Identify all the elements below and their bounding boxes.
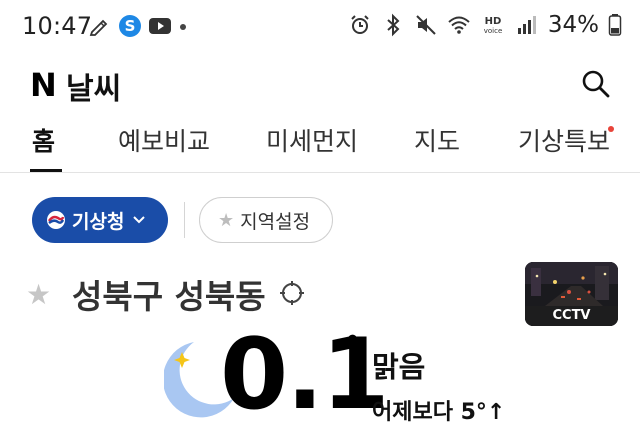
bluetooth-icon <box>387 13 400 37</box>
battery-percent: 34% <box>547 12 599 38</box>
chevron-down-icon <box>133 216 146 224</box>
tab-forecast-compare[interactable]: 예보비교 <box>118 122 210 158</box>
tab-fine-dust[interactable]: 미세먼지 <box>266 122 358 158</box>
region-setting-label: 지역설정 <box>240 210 311 233</box>
cctv-thumbnail[interactable]: CCTV <box>525 262 618 326</box>
tab-home[interactable]: 홈 <box>32 122 55 158</box>
weather-condition: 맑음 <box>372 350 426 384</box>
status-time: 10:47 <box>22 12 93 40</box>
kma-logo-icon <box>47 211 65 229</box>
chip-divider <box>184 202 185 238</box>
wifi-icon <box>448 16 470 34</box>
star-icon: ★ <box>218 209 235 231</box>
alarm-icon <box>351 15 369 34</box>
favorite-star-icon[interactable]: ★ <box>26 278 51 311</box>
active-tab-indicator <box>30 169 62 172</box>
svg-text:voice: voice <box>484 27 503 35</box>
provider-label: 기상청 <box>72 210 125 233</box>
status-bar: 10:47 S HD voice 34% <box>0 0 640 56</box>
youtube-icon <box>149 18 171 34</box>
pen-icon <box>89 19 108 36</box>
app-header: N 날씨 <box>0 56 640 116</box>
current-temperature: 0.1 <box>220 318 390 432</box>
signal-icon <box>517 16 536 34</box>
search-icon[interactable] <box>580 68 612 100</box>
battery-icon <box>608 14 622 36</box>
hd-voice-icon: HD voice <box>484 16 503 35</box>
dot-icon <box>180 24 186 30</box>
yesterday-comparison: 어제보다 5°↑ <box>372 400 506 425</box>
mute-icon <box>416 15 436 35</box>
naver-logo[interactable]: N <box>30 66 57 104</box>
svg-text:HD: HD <box>485 16 502 27</box>
tab-map[interactable]: 지도 <box>414 122 460 158</box>
cctv-label: CCTV <box>525 306 618 326</box>
page-title: 날씨 <box>66 72 122 107</box>
provider-dropdown[interactable]: 기상청 <box>32 197 168 243</box>
current-location-icon[interactable] <box>278 279 306 307</box>
tab-bar: 홈 예보비교 미세먼지 지도 기상특보 <box>0 116 640 173</box>
degree-symbol: ° <box>345 330 360 365</box>
alert-badge <box>608 126 614 132</box>
app-s-icon: S <box>119 15 141 37</box>
tab-weather-alert[interactable]: 기상특보 <box>518 122 610 158</box>
location-name: 성북구 성북동 <box>72 277 266 316</box>
status-right-icons: HD voice 34% <box>348 12 622 38</box>
region-setting-button[interactable]: ★ 지역설정 <box>199 197 333 243</box>
status-left-icons: S <box>88 14 188 38</box>
svg-text:S: S <box>125 17 136 35</box>
